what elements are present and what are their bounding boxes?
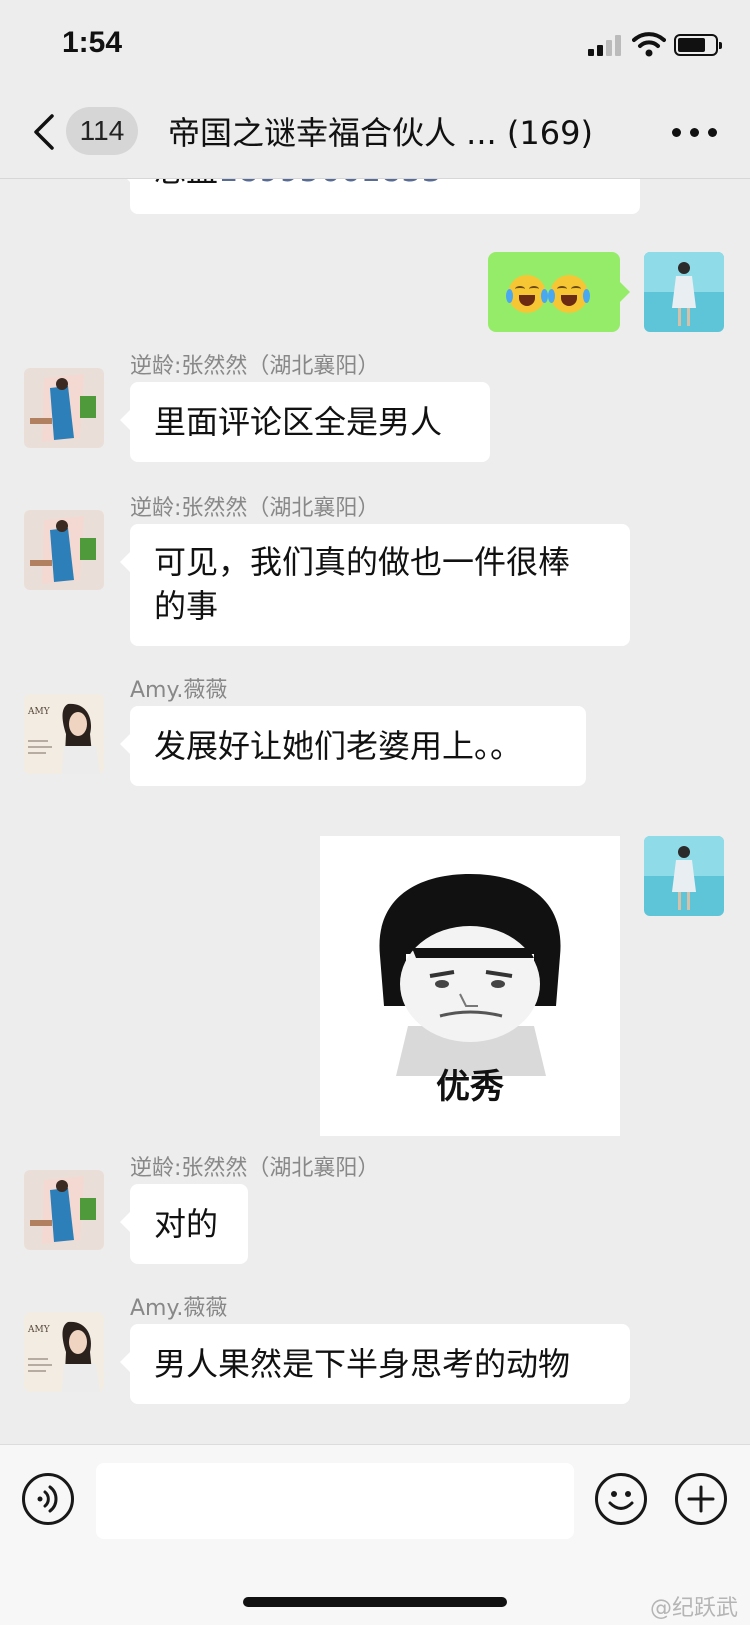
status-bar: 1:54 — [0, 0, 750, 92]
sticker-caption: 优秀 — [436, 1067, 504, 1107]
face-with-tears-of-joy-icon — [506, 275, 548, 313]
chat-header: 114 帝国之谜幸福合伙人 ... (169) — [0, 92, 750, 179]
voice-icon — [37, 1485, 58, 1513]
input-bar: @纪跃武 — [0, 1444, 750, 1625]
group-member-count: (169) — [506, 114, 593, 152]
group-name: 帝国之谜幸福合伙人 ... — [168, 114, 497, 152]
message-text: 对的 — [154, 1205, 219, 1243]
unread-count-badge[interactable]: 114 — [66, 107, 138, 155]
sender-name: 逆龄:张然然（湖北襄阳） — [130, 354, 380, 379]
message-bubble[interactable]: 总监18995661833 — [120, 178, 640, 214]
cellular-signal-icon — [588, 34, 624, 56]
message-bubble[interactable]: 里面评论区全是男人 — [120, 382, 490, 462]
message-list[interactable]: 总监18995661833 逆龄:张然然（湖北襄阳） 里面评论区全是男人 逆龄:… — [0, 178, 750, 1444]
message-text-line: 可见，我们真的做也一件很棒 — [154, 543, 571, 581]
sender-avatar[interactable] — [24, 1170, 104, 1250]
message-text: 发展好让她们老婆用上。。 — [154, 727, 523, 765]
message-text: 总监 — [154, 178, 218, 189]
message-input[interactable] — [96, 1463, 574, 1539]
sender-avatar[interactable]: AMY — [24, 694, 104, 774]
back-chevron-icon[interactable] — [30, 112, 60, 152]
message-bubble[interactable]: 对的 — [120, 1184, 248, 1264]
sender-name: 逆龄:张然然（湖北襄阳） — [130, 496, 380, 521]
home-indicator[interactable] — [243, 1597, 507, 1607]
message-bubble[interactable]: 男人果然是下半身思考的动物 — [120, 1324, 630, 1404]
status-time: 1:54 — [62, 26, 123, 59]
message-text: 里面评论区全是男人 — [154, 403, 443, 441]
sender-avatar[interactable]: AMY — [24, 1312, 104, 1392]
sender-avatar[interactable] — [24, 368, 104, 448]
plus-icon — [687, 1485, 715, 1513]
message-bubble[interactable]: 可见，我们真的做也一件很棒 的事 — [120, 524, 630, 646]
message-bubble-outgoing[interactable] — [488, 252, 630, 332]
sender-avatar[interactable] — [24, 510, 104, 590]
sender-name: 逆龄:张然然（湖北襄阳） — [130, 1156, 380, 1181]
sticker-image[interactable]: 优秀 — [320, 836, 620, 1136]
my-avatar[interactable] — [644, 836, 724, 916]
more-functions-button[interactable] — [675, 1473, 727, 1525]
watermark: @纪跃武 — [650, 1596, 739, 1621]
sender-name: Amy.薇薇 — [130, 1296, 228, 1321]
message-bubble[interactable]: 发展好让她们老婆用上。。 — [120, 706, 586, 786]
message-text-line: 的事 — [154, 587, 219, 625]
battery-icon — [674, 34, 722, 56]
more-options-icon[interactable] — [672, 128, 718, 138]
message-text: 男人果然是下半身思考的动物 — [154, 1345, 571, 1383]
voice-input-button[interactable] — [22, 1473, 74, 1525]
wifi-icon — [632, 32, 666, 57]
emoji-button[interactable] — [595, 1473, 647, 1525]
avatar-logo-text: AMY — [27, 1325, 51, 1335]
sender-name: Amy.薇薇 — [130, 678, 228, 703]
smiley-icon — [608, 1491, 634, 1510]
face-with-tears-of-joy-icon — [548, 275, 590, 313]
my-avatar[interactable] — [644, 252, 724, 332]
group-chat-title: 帝国之谜幸福合伙人 ... (169) — [168, 112, 638, 154]
phone-number-link[interactable]: 18995661833 — [218, 178, 442, 189]
avatar-logo-text: AMY — [27, 707, 51, 717]
